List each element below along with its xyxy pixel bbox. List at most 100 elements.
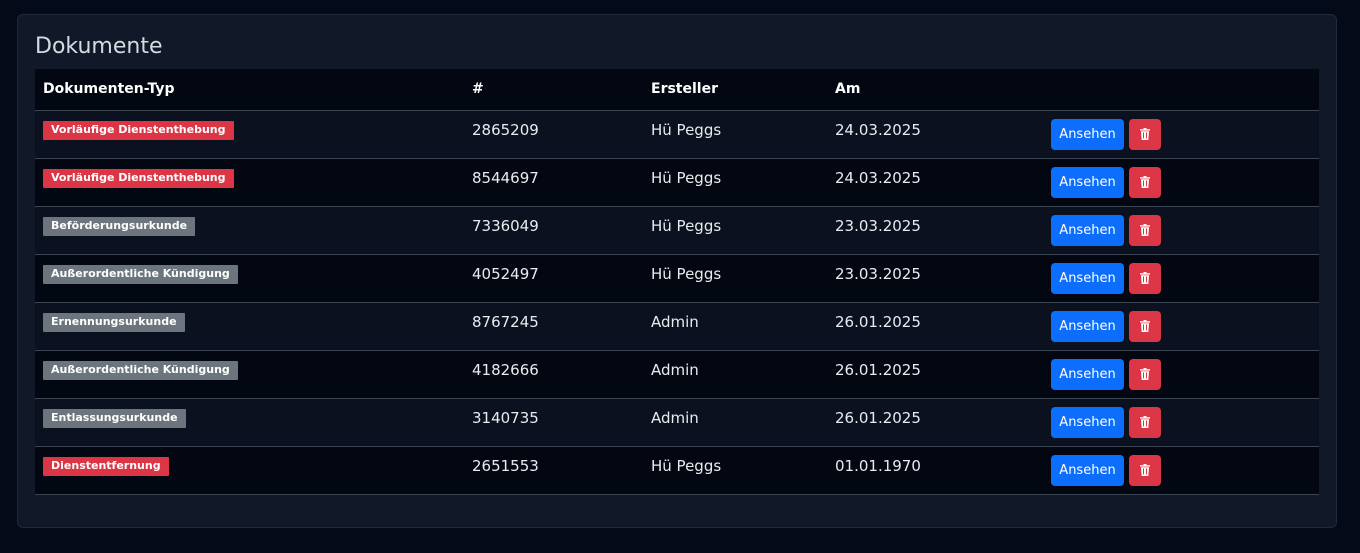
document-date: 24.03.2025: [835, 121, 921, 139]
document-creator-cell: Admin: [648, 302, 832, 351]
column-header-creator: Ersteller: [648, 69, 832, 111]
document-date: 23.03.2025: [835, 217, 921, 235]
document-creator: Admin: [651, 409, 699, 427]
table-row: Außerordentliche Kündigung 4052497 Hü Pe…: [35, 254, 1319, 303]
document-creator: Hü Peggs: [651, 169, 722, 187]
view-button[interactable]: Ansehen: [1051, 310, 1124, 342]
document-creator-cell: Hü Peggs: [648, 110, 832, 159]
document-date-cell: 26.01.2025: [832, 350, 1051, 399]
page-title: Dokumente: [35, 34, 163, 59]
actions-cell: Ansehen: [1051, 158, 1319, 207]
view-button[interactable]: Ansehen: [1051, 454, 1124, 486]
document-date: 24.03.2025: [835, 169, 921, 187]
document-type-cell: Beförderungsurkunde: [35, 206, 469, 255]
document-number-cell: 4052497: [469, 254, 648, 303]
document-date-cell: 24.03.2025: [832, 110, 1051, 159]
table-row: Dienstentfernung 2651553 Hü Peggs 01.01.…: [35, 446, 1319, 495]
table-row: Außerordentliche Kündigung 4182666 Admin…: [35, 350, 1319, 399]
document-type-badge: Entlassungsurkunde: [43, 408, 186, 428]
actions-cell: Ansehen: [1051, 206, 1319, 255]
document-creator: Admin: [651, 313, 699, 331]
trash-icon: [1140, 463, 1150, 476]
actions-cell: Ansehen: [1051, 254, 1319, 303]
table-row: Ernennungsurkunde 8767245 Admin 26.01.20…: [35, 302, 1319, 351]
document-date-cell: 24.03.2025: [832, 158, 1051, 207]
table-row: Beförderungsurkunde 7336049 Hü Peggs 23.…: [35, 206, 1319, 255]
document-date: 01.01.1970: [835, 457, 921, 475]
document-date: 26.01.2025: [835, 361, 921, 379]
document-date: 26.01.2025: [835, 313, 921, 331]
table-row: Entlassungsurkunde 3140735 Admin 26.01.2…: [35, 398, 1319, 447]
document-number-cell: 8544697: [469, 158, 648, 207]
document-number: 7336049: [472, 217, 539, 235]
document-date: 26.01.2025: [835, 409, 921, 427]
view-button[interactable]: Ansehen: [1051, 166, 1124, 198]
document-type-badge: Außerordentliche Kündigung: [43, 264, 238, 284]
column-header-type: Dokumenten-Typ: [35, 69, 469, 111]
document-type-cell: Ernennungsurkunde: [35, 302, 469, 351]
column-header-actions: [1051, 69, 1319, 111]
document-date-cell: 26.01.2025: [832, 398, 1051, 447]
document-creator: Hü Peggs: [651, 265, 722, 283]
trash-icon: [1140, 415, 1150, 428]
delete-button[interactable]: [1129, 262, 1161, 294]
column-header-date: Am: [832, 69, 1051, 111]
document-type-badge: Vorläufige Dienstenthebung: [43, 168, 234, 188]
document-date-cell: 23.03.2025: [832, 254, 1051, 303]
delete-button[interactable]: [1129, 166, 1161, 198]
document-type-cell: Vorläufige Dienstenthebung: [35, 110, 469, 159]
column-header-number: #: [469, 69, 648, 111]
trash-icon: [1140, 367, 1150, 380]
table-row: Vorläufige Dienstenthebung 2865209 Hü Pe…: [35, 110, 1319, 159]
view-button[interactable]: Ansehen: [1051, 262, 1124, 294]
document-number-cell: 8767245: [469, 302, 648, 351]
document-type-badge: Dienstentfernung: [43, 456, 169, 476]
delete-button[interactable]: [1129, 358, 1161, 390]
documents-card: Dokumente Dokumenten-Typ # Ersteller Am …: [17, 14, 1337, 528]
document-type-badge: Außerordentliche Kündigung: [43, 360, 238, 380]
trash-icon: [1140, 223, 1150, 236]
table-row: Vorläufige Dienstenthebung 8544697 Hü Pe…: [35, 158, 1319, 207]
document-creator-cell: Hü Peggs: [648, 446, 832, 495]
document-type-cell: Außerordentliche Kündigung: [35, 254, 469, 303]
document-creator-cell: Admin: [648, 350, 832, 399]
document-type-cell: Außerordentliche Kündigung: [35, 350, 469, 399]
view-button[interactable]: Ansehen: [1051, 214, 1124, 246]
document-number-cell: 2865209: [469, 110, 648, 159]
document-type-cell: Vorläufige Dienstenthebung: [35, 158, 469, 207]
document-number: 2865209: [472, 121, 539, 139]
actions-cell: Ansehen: [1051, 110, 1319, 159]
document-date-cell: 26.01.2025: [832, 302, 1051, 351]
trash-icon: [1140, 175, 1150, 188]
trash-icon: [1140, 127, 1150, 140]
delete-button[interactable]: [1129, 406, 1161, 438]
documents-table: Dokumenten-Typ # Ersteller Am Vorläufige…: [35, 69, 1319, 495]
document-number: 8544697: [472, 169, 539, 187]
document-number: 3140735: [472, 409, 539, 427]
view-button[interactable]: Ansehen: [1051, 118, 1124, 150]
view-button[interactable]: Ansehen: [1051, 358, 1124, 390]
document-creator: Hü Peggs: [651, 121, 722, 139]
document-number-cell: 2651553: [469, 446, 648, 495]
document-number: 4182666: [472, 361, 539, 379]
view-button[interactable]: Ansehen: [1051, 406, 1124, 438]
delete-button[interactable]: [1129, 310, 1161, 342]
trash-icon: [1140, 271, 1150, 284]
delete-button[interactable]: [1129, 118, 1161, 150]
document-date-cell: 23.03.2025: [832, 206, 1051, 255]
document-type-badge: Ernennungsurkunde: [43, 312, 185, 332]
actions-cell: Ansehen: [1051, 302, 1319, 351]
document-date: 23.03.2025: [835, 265, 921, 283]
document-creator: Hü Peggs: [651, 217, 722, 235]
document-type-cell: Dienstentfernung: [35, 446, 469, 495]
table-header-row: Dokumenten-Typ # Ersteller Am: [35, 69, 1319, 111]
document-number: 2651553: [472, 457, 539, 475]
delete-button[interactable]: [1129, 214, 1161, 246]
delete-button[interactable]: [1129, 454, 1161, 486]
document-date-cell: 01.01.1970: [832, 446, 1051, 495]
document-number-cell: 4182666: [469, 350, 648, 399]
document-type-badge: Vorläufige Dienstenthebung: [43, 120, 234, 140]
document-number: 4052497: [472, 265, 539, 283]
document-number: 8767245: [472, 313, 539, 331]
document-creator-cell: Hü Peggs: [648, 158, 832, 207]
